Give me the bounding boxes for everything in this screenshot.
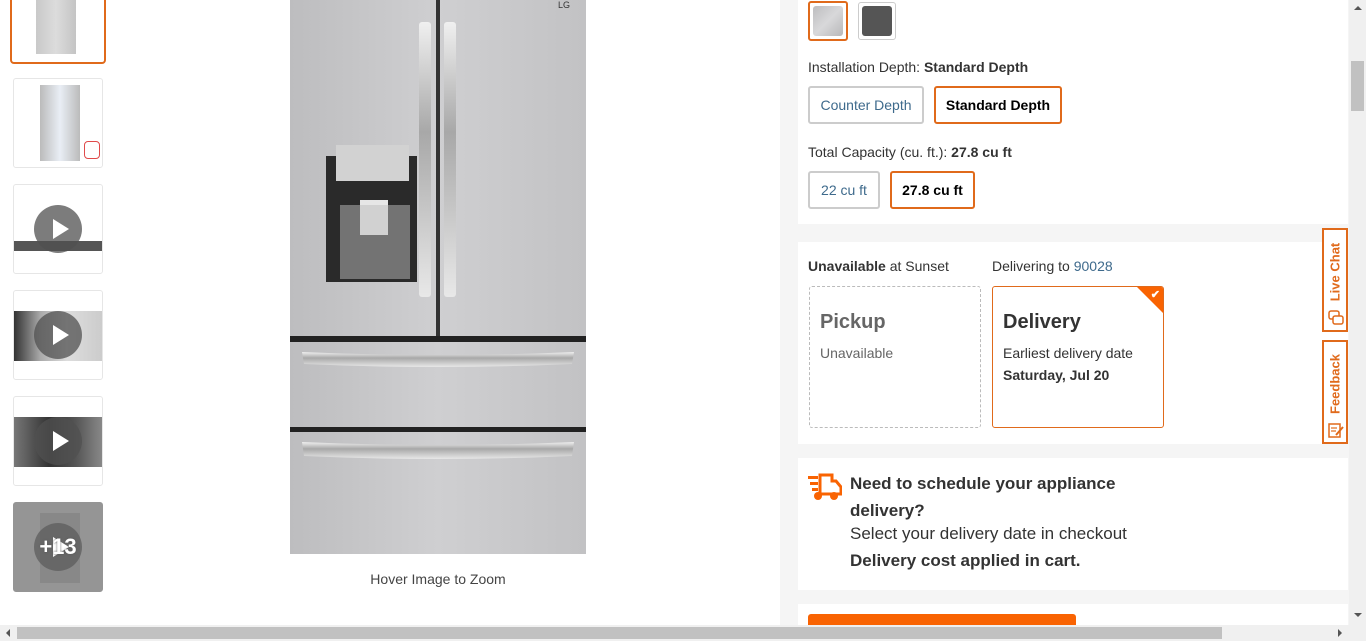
door-gap <box>436 0 440 336</box>
option-counter-depth[interactable]: Counter Depth <box>808 86 924 124</box>
delivery-title: Delivery <box>1003 311 1081 333</box>
thumbnail-video-2[interactable] <box>13 290 103 380</box>
thumbnail-video-1[interactable] <box>13 184 103 274</box>
scroll-down-arrow-icon[interactable] <box>1354 613 1362 617</box>
play-icon <box>34 205 82 253</box>
installation-depth-value: Standard Depth <box>923 59 1029 75</box>
more-images-count: +13 <box>39 534 77 559</box>
play-icon <box>34 417 82 465</box>
options-card: Installation Depth: Standard Depth Count… <box>798 0 1348 224</box>
add-to-cart-card <box>798 604 1348 625</box>
delivery-subtitle: Earliest delivery date <box>1003 345 1133 361</box>
store-status: Unavailable <box>808 258 886 274</box>
thumbnail-front-closed[interactable] <box>10 0 106 64</box>
thumbnail-front-open[interactable] <box>13 78 103 168</box>
delivery-cost-note: Delivery cost applied in cart. <box>850 551 1081 570</box>
vertical-scrollbar[interactable] <box>1349 0 1366 625</box>
color-swatch-black-stainless[interactable] <box>858 2 896 40</box>
right-door-handle <box>444 22 456 297</box>
schedule-subtitle: Select your delivery date in checkout <box>850 524 1127 543</box>
drawer-gap-bottom <box>290 427 586 432</box>
capacity-value: 27.8 cu ft <box>951 144 1012 160</box>
delivery-date: Saturday, Jul 20 <box>1003 367 1110 383</box>
black-stainless-chip <box>862 6 892 36</box>
drawer-gap-top <box>290 336 586 342</box>
delivery-location: Delivering to 90028 <box>992 258 1113 274</box>
option-27-8-cu-ft[interactable]: 27.8 cu ft <box>890 171 975 209</box>
fridge-open-thumbnail-image <box>40 85 80 161</box>
store-availability: Unavailable at Sunset <box>808 258 949 274</box>
scrollbar-corner <box>1349 625 1366 641</box>
feedback-pencil-icon <box>1328 423 1344 438</box>
delivery-truck-icon <box>808 473 842 500</box>
chat-bubbles-icon <box>1328 310 1344 325</box>
option-22-cu-ft[interactable]: 22 cu ft <box>808 171 880 209</box>
hover-to-zoom-hint: Hover Image to Zoom <box>370 571 506 587</box>
schedule-title: Need to schedule your appliance delivery… <box>850 474 1116 520</box>
horizontal-scrollbar[interactable] <box>0 625 1349 641</box>
capacity-caption: Total Capacity (cu. ft.): <box>808 144 948 160</box>
pickup-title: Pickup <box>820 311 886 333</box>
delivering-to-label: Delivering to <box>992 258 1070 274</box>
left-door-handle <box>419 22 431 297</box>
store-name: at Sunset <box>889 258 949 274</box>
add-to-cart-button[interactable] <box>808 614 1076 625</box>
vertical-scroll-thumb[interactable] <box>1351 61 1364 111</box>
live-chat-label: Live Chat <box>1327 242 1343 302</box>
check-icon: ✔ <box>1150 289 1160 301</box>
scroll-left-arrow-icon[interactable] <box>6 629 10 637</box>
zip-code-link[interactable]: 90028 <box>1074 258 1113 274</box>
product-gallery: +13 LG Hover Image to Zoom <box>0 0 780 625</box>
capacity-label: Total Capacity (cu. ft.): 27.8 cu ft <box>808 144 1012 160</box>
color-swatch-stainless[interactable] <box>808 1 848 41</box>
feedback-label: Feedback <box>1327 354 1343 414</box>
installation-depth-label: Installation Depth: Standard Depth <box>808 59 1028 75</box>
scroll-right-arrow-icon[interactable] <box>1338 629 1342 637</box>
schedule-delivery-card: Need to schedule your appliance delivery… <box>798 458 1348 590</box>
option-standard-depth[interactable]: Standard Depth <box>934 86 1062 124</box>
play-icon <box>34 311 82 359</box>
installation-depth-caption: Installation Depth: <box>808 59 921 75</box>
product-options-panel: Installation Depth: Standard Depth Count… <box>780 0 1350 625</box>
thumbnail-more-images[interactable]: +13 <box>13 502 103 592</box>
scroll-up-arrow-icon[interactable] <box>1354 6 1362 10</box>
fridge-thumbnail-image <box>36 0 76 54</box>
stainless-chip <box>813 6 843 36</box>
live-chat-tab[interactable]: Live Chat <box>1322 228 1348 332</box>
horizontal-scroll-thumb[interactable] <box>17 627 1222 639</box>
delivery-option[interactable]: ✔ Delivery Earliest delivery date Saturd… <box>992 286 1164 428</box>
feedback-tab[interactable]: Feedback <box>1322 340 1348 444</box>
thumbnail-video-3[interactable] <box>13 396 103 486</box>
lg-logo: LG <box>558 0 570 10</box>
dispenser-control-panel <box>336 145 409 181</box>
badge-icon <box>84 141 100 159</box>
main-product-image[interactable]: LG <box>288 0 588 556</box>
pickup-status: Unavailable <box>820 345 894 361</box>
pickup-option[interactable]: Pickup Unavailable <box>809 286 981 428</box>
